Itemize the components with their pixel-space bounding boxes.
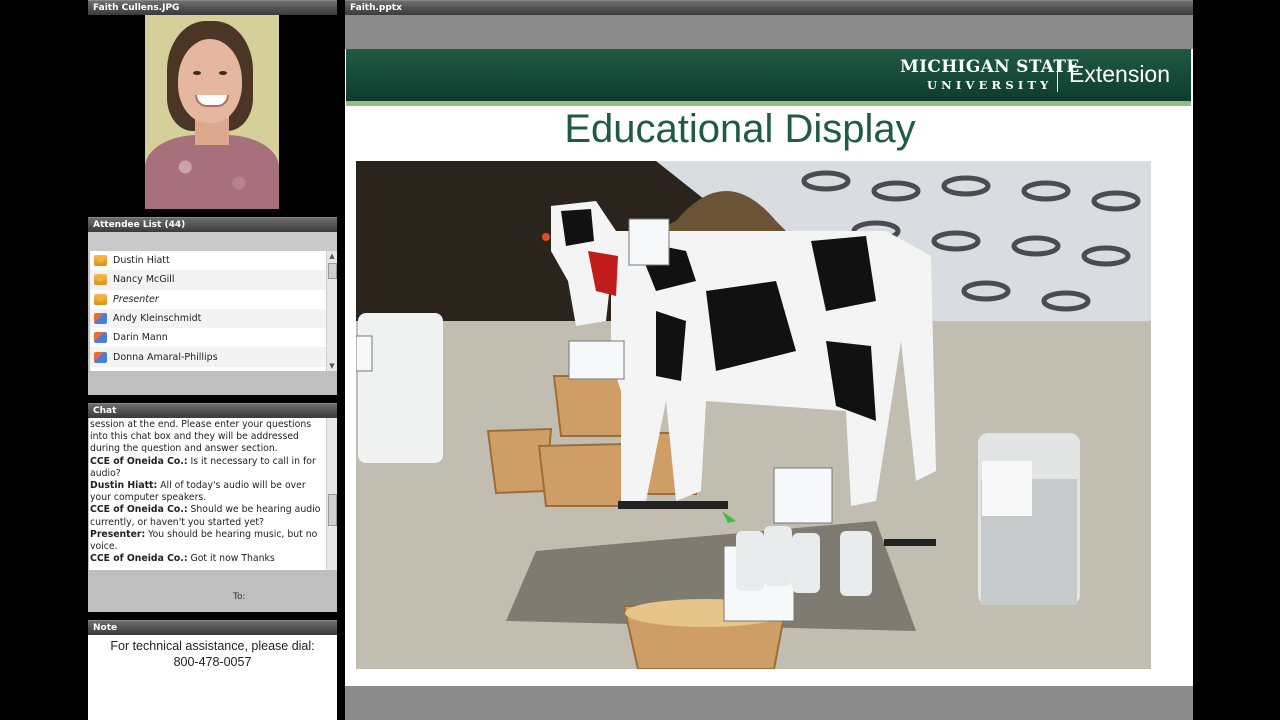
attendee-list[interactable]: Dustin Hiatt Nancy McGill Presenter Andy… [90,251,326,371]
participant-icon [94,313,107,325]
attendee-name: Andy Kleinschmidt [113,313,202,325]
chat-pod: Chat session at the end. Please enter yo… [88,403,337,612]
attendee-toolbar [88,232,337,251]
share-pod-title: Faith.pptx [345,0,1193,15]
attendee-row[interactable]: Nancy McGill [90,270,326,290]
attendee-row[interactable]: Andy Kleinschmidt [90,308,326,329]
note-phone: 800-478-0057 [173,655,252,669]
presenter-photo [145,15,279,209]
attendee-row[interactable]: Donna Amaral-Phillips [90,347,326,367]
attendee-name: Donna Amaral-Phillips [113,351,218,363]
chat-scrollbar[interactable] [326,418,337,570]
logo-separator [1057,59,1058,92]
attendee-name: Dustin Hiatt [113,255,170,267]
msu-logo: MICHIGAN STATE UNIVERSITY [900,57,1080,92]
chat-message: CCE of Oneida Co.: Got it now Thanks [90,553,326,565]
attendee-name: Presenter [113,293,159,305]
chat-pod-title: Chat [88,403,337,418]
chat-sender: CCE of Oneida Co.: [90,455,188,467]
chat-to-label[interactable]: To: [233,592,246,602]
note-body: For technical assistance, please dial: 8… [88,635,337,720]
logo-line2: UNIVERSITY [926,78,1053,92]
attendee-name: Nancy McGill [113,274,175,286]
slide-title: Educational Display [564,107,916,151]
note-pod: Note For technical assistance, please di… [88,620,337,720]
chat-text: session at the end. Please enter your qu… [90,419,312,455]
share-toolbar-area [345,15,1193,49]
logo-line1: MICHIGAN STATE [900,57,1080,77]
chat-message: Presenter: You should be hearing music, … [90,529,326,553]
slide: MICHIGAN STATE UNIVERSITY Extension Educ… [345,49,1193,686]
slide-banner: MICHIGAN STATE UNIVERSITY Extension [346,49,1191,106]
chat-sender: Dustin Hiatt: [90,480,158,492]
chat-message: Dustin Hiatt: All of today's audio will … [90,480,326,504]
attendee-pod-title: Attendee List (44) [88,217,337,232]
attendee-row[interactable]: Dustin Hiatt [90,251,326,270]
scroll-up-icon[interactable]: ▲ [328,252,336,260]
host-icon [94,255,107,267]
scroll-thumb[interactable] [328,263,337,279]
scroll-down-icon[interactable]: ▼ [328,362,336,370]
camera-pod-title: Faith Cullens.JPG [88,0,337,15]
participant-icon [94,351,107,363]
chat-text: Got it now Thanks [187,553,275,565]
attendee-pod: Attendee List (44) Dustin Hiatt Nancy Mc… [88,217,337,395]
chat-message: CCE of Oneida Co.: Should we be hearing … [90,504,326,528]
chat-sender: Presenter: [90,528,146,540]
host-icon [94,274,107,286]
attendee-row[interactable]: Presenter [90,290,326,309]
participant-icon [94,332,107,344]
chat-sender: CCE of Oneida Co.: [90,504,188,516]
chat-log[interactable]: session at the end. Please enter your qu… [89,418,327,570]
note-pod-title: Note [88,620,337,635]
camera-pod: Faith Cullens.JPG [88,0,337,210]
chat-sender: CCE of Oneida Co.: [90,553,188,565]
share-pod: Faith.pptx MICHIGAN STATE UNIVERSITY Ext… [345,0,1193,720]
attendee-scrollbar[interactable]: ▲ ▼ [326,251,337,371]
scroll-thumb[interactable] [328,494,337,526]
presenter-icon [94,293,107,305]
chat-message: session at the end. Please enter your qu… [90,419,326,456]
logo-extension: Extension [1069,61,1171,87]
share-footer-area [345,686,1193,720]
chat-message: CCE of Oneida Co.: Is it necessary to ca… [90,456,326,480]
note-line: For technical assistance, please dial: [110,639,315,653]
attendee-name: Darin Mann [113,332,168,344]
attendee-row[interactable]: Darin Mann [90,328,326,347]
slide-photo [356,161,1151,669]
